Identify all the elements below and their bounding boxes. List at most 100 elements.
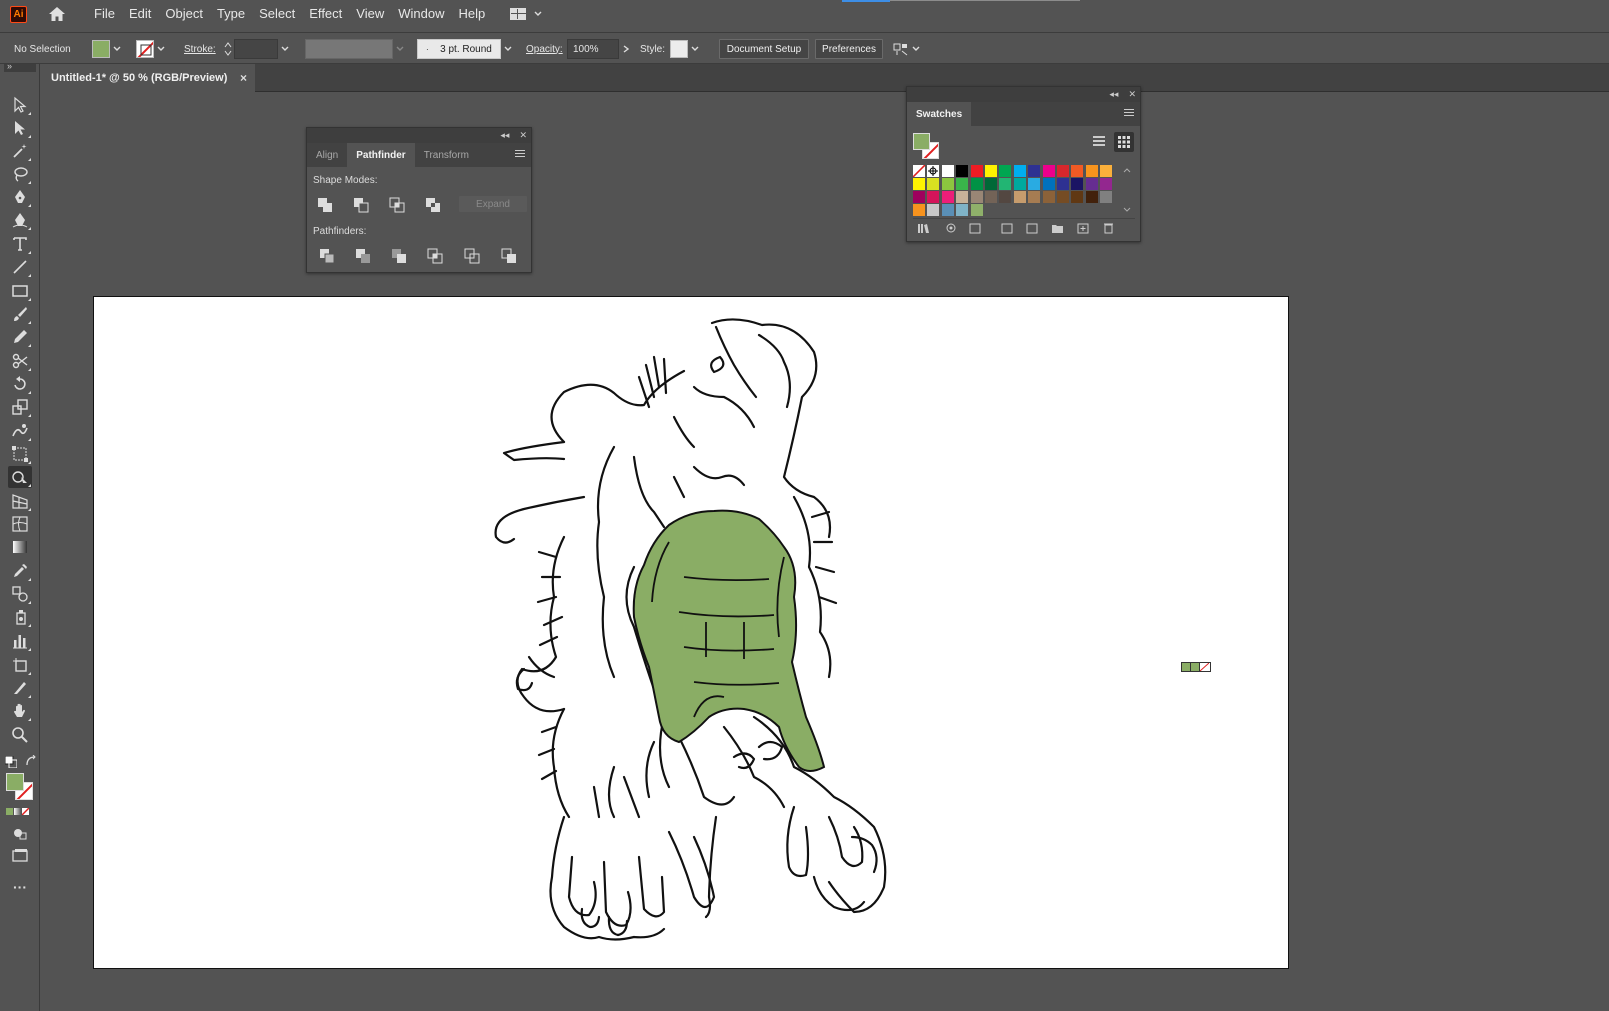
- paintbrush-tool-icon[interactable]: [8, 303, 32, 325]
- brush-definition[interactable]: · 3 pt. Round: [417, 39, 515, 59]
- swatch-cell[interactable]: [1028, 178, 1041, 190]
- tab-swatches[interactable]: Swatches: [907, 102, 972, 126]
- cloud-libraries-icon[interactable]: [945, 222, 958, 234]
- menu-select[interactable]: Select: [252, 0, 302, 28]
- stroke-weight-stepper[interactable]: [222, 39, 292, 59]
- menu-window[interactable]: Window: [391, 0, 451, 28]
- rotate-tool-icon[interactable]: [8, 373, 32, 395]
- swatch-cell[interactable]: [1013, 165, 1026, 177]
- swatch-cell[interactable]: [956, 165, 969, 177]
- swatch-cell[interactable]: [1042, 191, 1055, 203]
- swatch-cell[interactable]: [927, 204, 940, 216]
- panel-header[interactable]: ◂◂ ✕: [907, 87, 1140, 102]
- swatch-cell[interactable]: [941, 191, 954, 203]
- swatch-libraries-icon[interactable]: [917, 222, 930, 234]
- swatch-cell[interactable]: [1085, 165, 1098, 177]
- type-tool-icon[interactable]: [8, 233, 32, 255]
- chevron-down-icon[interactable]: [909, 39, 923, 59]
- swatch-cell[interactable]: [1071, 178, 1084, 190]
- swatch-none[interactable]: [912, 164, 926, 178]
- swatch-cell[interactable]: [999, 191, 1012, 203]
- direct-selection-tool-icon[interactable]: [8, 117, 32, 139]
- swatch-cell[interactable]: [1071, 191, 1084, 203]
- scale-tool-icon[interactable]: [8, 396, 32, 418]
- minus-back-icon[interactable]: [501, 248, 517, 264]
- draw-mode-icon[interactable]: [8, 822, 32, 844]
- unite-icon[interactable]: [317, 197, 333, 213]
- expand-button[interactable]: Expand: [459, 196, 527, 212]
- close-panel-icon[interactable]: ✕: [519, 130, 527, 141]
- magic-wand-tool-icon[interactable]: [8, 140, 32, 162]
- tab-transform[interactable]: Transform: [415, 143, 478, 167]
- swatch-cell[interactable]: [1028, 165, 1041, 177]
- color-mode-buttons[interactable]: [6, 808, 29, 815]
- blend-tool-icon[interactable]: [8, 583, 32, 605]
- exclude-icon[interactable]: [425, 197, 441, 213]
- swatch-cell[interactable]: [1057, 191, 1069, 203]
- menu-object[interactable]: Object: [158, 0, 210, 28]
- merge-icon[interactable]: [391, 248, 407, 264]
- arrange-documents-control[interactable]: [893, 39, 923, 59]
- chevron-down-icon[interactable]: [501, 39, 515, 59]
- swatch-cell[interactable]: [1042, 165, 1055, 177]
- chevron-down-icon[interactable]: [688, 39, 702, 59]
- swatch-cell[interactable]: [970, 191, 983, 203]
- divide-icon[interactable]: [319, 248, 335, 264]
- minus-front-icon[interactable]: [353, 197, 369, 213]
- swatch-cell[interactable]: [1085, 178, 1098, 190]
- fill-swatch[interactable]: [92, 40, 110, 58]
- menu-effect[interactable]: Effect: [302, 0, 349, 28]
- swatch-cell[interactable]: [970, 178, 983, 190]
- column-graph-tool-icon[interactable]: [8, 630, 32, 652]
- tab-pathfinder[interactable]: Pathfinder: [347, 143, 415, 167]
- menu-edit[interactable]: Edit: [122, 0, 158, 28]
- style-control[interactable]: [670, 39, 702, 59]
- swatch-fill-preview[interactable]: [913, 133, 930, 150]
- stroke-weight-field[interactable]: [234, 39, 278, 59]
- swatch-cell[interactable]: [1057, 178, 1069, 190]
- screen-mode-icon[interactable]: [8, 845, 32, 867]
- swatch-cell[interactable]: [941, 178, 954, 190]
- swatch-cell[interactable]: [927, 178, 940, 190]
- default-colors-icon[interactable]: [4, 755, 18, 769]
- artboard[interactable]: [93, 296, 1289, 969]
- mesh-tool-icon[interactable]: [8, 513, 32, 535]
- color-mode-icon[interactable]: [6, 808, 13, 815]
- swatch-scrollbar[interactable]: [1121, 165, 1133, 215]
- panel-header[interactable]: ◂◂ ✕: [307, 128, 531, 143]
- hand-tool-icon[interactable]: [8, 700, 32, 722]
- menu-type[interactable]: Type: [210, 0, 252, 28]
- brush-field[interactable]: · 3 pt. Round: [417, 39, 501, 59]
- rectangle-tool-icon[interactable]: [8, 280, 32, 302]
- swatch-cell[interactable]: [970, 165, 983, 177]
- grid-view-icon[interactable]: [1114, 132, 1134, 152]
- new-swatch-icon[interactable]: [1077, 222, 1090, 234]
- swatch-cell[interactable]: [956, 178, 969, 190]
- toolbar-grip[interactable]: »: [4, 61, 36, 72]
- opacity-field[interactable]: 100%: [567, 39, 619, 59]
- gradient-mode-icon[interactable]: [14, 808, 21, 815]
- stroke-none-swatch[interactable]: [136, 40, 154, 58]
- swatch-cell[interactable]: [999, 178, 1012, 190]
- swatch-options-icon[interactable]: [1026, 222, 1039, 234]
- swatch-cell[interactable]: [985, 191, 997, 203]
- collapse-icon[interactable]: »: [7, 61, 12, 71]
- opacity-label[interactable]: Opacity:: [526, 44, 563, 55]
- variable-width-profile[interactable]: [305, 39, 407, 59]
- swatch-cell[interactable]: [1071, 165, 1084, 177]
- panel-menu-icon[interactable]: [1124, 109, 1134, 118]
- slice-tool-icon[interactable]: [8, 677, 32, 699]
- workspace-switcher[interactable]: [510, 8, 542, 20]
- collapse-panel-icon[interactable]: ◂◂: [500, 130, 509, 141]
- swatch-cell[interactable]: [1028, 191, 1041, 203]
- swatch-cell[interactable]: [1100, 191, 1113, 203]
- lasso-tool-icon[interactable]: [8, 163, 32, 185]
- menu-view[interactable]: View: [349, 0, 391, 28]
- opacity-control[interactable]: 100%: [567, 39, 633, 59]
- swatch-cell[interactable]: [956, 191, 969, 203]
- crop-icon[interactable]: [427, 248, 443, 264]
- line-tool-icon[interactable]: [8, 256, 32, 278]
- selection-tool-icon[interactable]: [8, 94, 32, 116]
- intersect-icon[interactable]: [389, 197, 405, 213]
- menu-help[interactable]: Help: [451, 0, 492, 28]
